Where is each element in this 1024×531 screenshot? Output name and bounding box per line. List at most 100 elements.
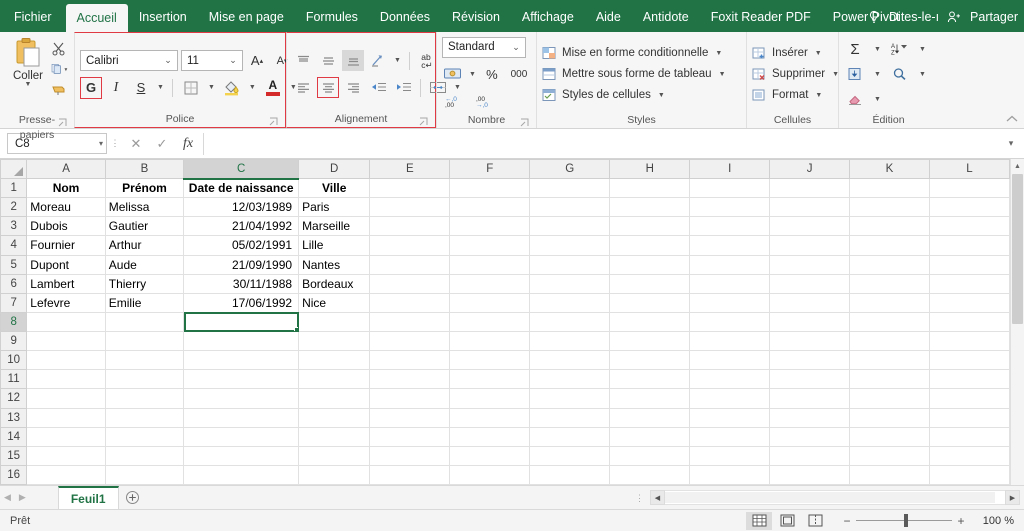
cell-A13[interactable] bbox=[27, 408, 105, 427]
cell-E3[interactable] bbox=[370, 217, 450, 236]
font-color-icon[interactable]: A bbox=[261, 77, 285, 99]
horizontal-scrollbar[interactable]: ◀ ▶ bbox=[650, 490, 1020, 505]
cell-F7[interactable] bbox=[450, 293, 530, 312]
align-middle-icon[interactable] bbox=[317, 50, 339, 71]
page-layout-icon[interactable] bbox=[774, 512, 800, 530]
cell-J12[interactable] bbox=[770, 389, 850, 408]
cell-styles-button[interactable]: Styles de cellules ▼ bbox=[542, 88, 728, 102]
scissors-icon[interactable] bbox=[51, 40, 69, 56]
cell-F15[interactable] bbox=[450, 446, 530, 465]
cell-D15[interactable] bbox=[299, 446, 370, 465]
cell-D12[interactable] bbox=[299, 389, 370, 408]
cell-D11[interactable] bbox=[299, 370, 370, 389]
number-dialog-launcher-icon[interactable] bbox=[520, 118, 529, 127]
find-select-icon[interactable] bbox=[889, 64, 911, 85]
conditional-formatting-button[interactable]: Mise en forme conditionnelle ▼ bbox=[542, 46, 728, 60]
underline-caret-icon[interactable]: ▼ bbox=[155, 84, 166, 91]
share-label[interactable]: Partager bbox=[970, 10, 1018, 24]
cell-A1[interactable]: Nom bbox=[27, 179, 105, 198]
cell-L4[interactable] bbox=[929, 236, 1009, 255]
tab-foxit-reader-pdf[interactable]: Foxit Reader PDF bbox=[700, 2, 822, 32]
bold-button[interactable]: G bbox=[80, 77, 102, 99]
cell-H3[interactable] bbox=[610, 217, 690, 236]
insert-cells-button[interactable]: Insérer ▼ bbox=[752, 46, 841, 60]
cell-H1[interactable] bbox=[610, 179, 690, 198]
cell-L10[interactable] bbox=[929, 351, 1009, 370]
cell-K13[interactable] bbox=[850, 408, 930, 427]
find-caret-icon[interactable]: ▼ bbox=[917, 71, 928, 78]
cell-F13[interactable] bbox=[450, 408, 530, 427]
cell-L13[interactable] bbox=[929, 408, 1009, 427]
cell-D13[interactable] bbox=[299, 408, 370, 427]
cell-J2[interactable] bbox=[770, 198, 850, 217]
row-header-11[interactable]: 11 bbox=[1, 370, 27, 389]
cell-F5[interactable] bbox=[450, 255, 530, 274]
cell-G7[interactable] bbox=[530, 293, 610, 312]
orientation-icon[interactable] bbox=[367, 50, 389, 71]
next-sheet-icon[interactable]: ▶ bbox=[19, 492, 26, 503]
cell-D8[interactable] bbox=[299, 312, 370, 331]
cell-D2[interactable]: Paris bbox=[299, 198, 370, 217]
chevron-down-icon[interactable]: ▼ bbox=[813, 92, 824, 99]
normal-view-icon[interactable] bbox=[746, 512, 772, 530]
cell-L6[interactable] bbox=[929, 274, 1009, 293]
increase-indent-icon[interactable] bbox=[392, 77, 414, 98]
cell-A4[interactable]: Fournier bbox=[27, 236, 105, 255]
row-header-14[interactable]: 14 bbox=[1, 427, 27, 446]
cell-A11[interactable] bbox=[27, 370, 105, 389]
column-header-i[interactable]: I bbox=[690, 160, 770, 179]
cell-B9[interactable] bbox=[105, 332, 183, 351]
cell-B10[interactable] bbox=[105, 351, 183, 370]
cell-K6[interactable] bbox=[850, 274, 930, 293]
cell-G16[interactable] bbox=[530, 465, 610, 484]
zoom-slider[interactable]: − + bbox=[838, 514, 978, 528]
cell-L11[interactable] bbox=[929, 370, 1009, 389]
cell-A5[interactable]: Dupont bbox=[27, 255, 105, 274]
cell-L3[interactable] bbox=[929, 217, 1009, 236]
column-header-b[interactable]: B bbox=[105, 160, 183, 179]
cell-C9[interactable] bbox=[184, 332, 299, 351]
cell-C15[interactable] bbox=[184, 446, 299, 465]
cell-I6[interactable] bbox=[690, 274, 770, 293]
cell-L5[interactable] bbox=[929, 255, 1009, 274]
column-header-j[interactable]: J bbox=[770, 160, 850, 179]
cell-D14[interactable] bbox=[299, 427, 370, 446]
align-center-icon[interactable] bbox=[317, 77, 339, 98]
cell-B5[interactable]: Aude bbox=[105, 255, 183, 274]
cell-C2[interactable]: 12/03/1989 bbox=[184, 198, 299, 217]
cell-G9[interactable] bbox=[530, 332, 610, 351]
cell-E4[interactable] bbox=[370, 236, 450, 255]
cell-J11[interactable] bbox=[770, 370, 850, 389]
format-cells-button[interactable]: Format ▼ bbox=[752, 88, 841, 102]
cell-G14[interactable] bbox=[530, 427, 610, 446]
scroll-left-icon[interactable]: ◀ bbox=[650, 490, 665, 505]
cell-G8[interactable] bbox=[530, 312, 610, 331]
cell-L7[interactable] bbox=[929, 293, 1009, 312]
clipboard-dialog-launcher-icon[interactable] bbox=[58, 118, 67, 127]
horizontal-scroll-track[interactable] bbox=[665, 490, 1005, 505]
cell-K1[interactable] bbox=[850, 179, 930, 198]
cell-D4[interactable]: Lille bbox=[299, 236, 370, 255]
increase-font-size-button[interactable]: A▴ bbox=[246, 50, 268, 72]
column-header-c[interactable]: C bbox=[184, 160, 299, 179]
select-all-corner[interactable] bbox=[1, 160, 27, 179]
cell-I13[interactable] bbox=[690, 408, 770, 427]
cell-G15[interactable] bbox=[530, 446, 610, 465]
cell-I4[interactable] bbox=[690, 236, 770, 255]
split-handle[interactable]: ⋮ bbox=[629, 494, 650, 502]
cell-B2[interactable]: Melissa bbox=[105, 198, 183, 217]
paste-caret-icon[interactable]: ▼ bbox=[25, 82, 32, 88]
cell-E12[interactable] bbox=[370, 389, 450, 408]
cell-I10[interactable] bbox=[690, 351, 770, 370]
cell-H10[interactable] bbox=[610, 351, 690, 370]
cell-F16[interactable] bbox=[450, 465, 530, 484]
row-header-10[interactable]: 10 bbox=[1, 351, 27, 370]
cell-B13[interactable] bbox=[105, 408, 183, 427]
cell-A6[interactable]: Lambert bbox=[27, 274, 105, 293]
sheet-tab-feuil1[interactable]: Feuil1 bbox=[58, 486, 119, 509]
currency-icon[interactable] bbox=[442, 64, 464, 85]
cell-E10[interactable] bbox=[370, 351, 450, 370]
row-header-15[interactable]: 15 bbox=[1, 446, 27, 465]
fill-color-caret-icon[interactable]: ▼ bbox=[247, 84, 258, 91]
borders-icon[interactable] bbox=[179, 77, 203, 99]
